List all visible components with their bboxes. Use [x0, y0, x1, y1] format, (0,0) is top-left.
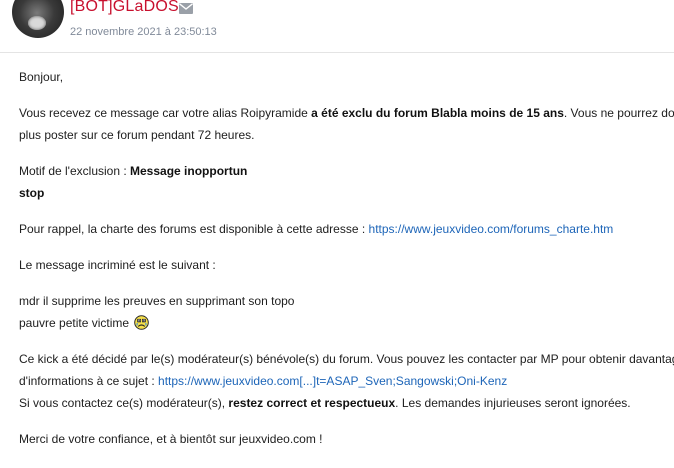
- charte-text: Pour rappel, la charte des forums est di…: [19, 222, 369, 236]
- kick-line1: Ce kick a été décidé par le(s) modérateu…: [19, 352, 674, 366]
- exclusion-line2: plus poster sur ce forum pendant 72 heur…: [19, 128, 255, 142]
- motif-extra-text: stop: [19, 186, 45, 200]
- contact-text-a: Si vous contactez ce(s) modérateur(s),: [19, 396, 229, 410]
- motif-line: Motif de l'exclusion : Message inopportu…: [19, 160, 674, 182]
- incrimine-intro: Le message incriminé est le suivant :: [19, 258, 216, 272]
- closing-line: Merci de votre confiance, et à bientôt s…: [19, 432, 323, 446]
- message-body: Bonjour, Vous recevez ce message car vot…: [19, 66, 674, 450]
- exclusion-text-b: . Vous ne pourrez do: [563, 106, 674, 120]
- message-header: [BOT]GLaDOS 22 novembre 2021 à 23:50:13: [0, 0, 674, 52]
- avatar[interactable]: [12, 0, 64, 38]
- header-divider: [0, 52, 674, 53]
- motif-extra: stop: [19, 182, 674, 204]
- quote-line1: mdr il supprime les preuves en suppriman…: [19, 294, 295, 308]
- kick-line2-text: d'informations à ce sujet :: [19, 374, 159, 388]
- motif-label: Motif de l'exclusion :: [19, 164, 131, 178]
- motif-value: Message inopportun: [130, 164, 248, 178]
- avatar-lens: [28, 16, 46, 30]
- moderators-link[interactable]: https://www.jeuxvideo.com[...]t=ASAP_Sve…: [158, 374, 507, 388]
- crying-smiley-icon: [134, 315, 150, 330]
- message-date: 22 novembre 2021 à 23:50:13: [70, 26, 217, 38]
- contact-line: Si vous contactez ce(s) modérateur(s), r…: [19, 392, 674, 414]
- username[interactable]: [BOT]GLaDOS: [70, 0, 179, 16]
- exclusion-bold: a été exclu du forum Blabla moins de 15 …: [311, 106, 564, 120]
- quote-line2: pauvre petite victime: [19, 312, 674, 334]
- charte-line: Pour rappel, la charte des forums est di…: [19, 218, 674, 240]
- contact-text-b: . Les demandes injurieuses seront ignoré…: [395, 396, 631, 410]
- kick-line2: d'informations à ce sujet : https://www.…: [19, 370, 674, 392]
- mail-icon[interactable]: [179, 3, 193, 14]
- contact-bold: restez correct et respectueux: [228, 396, 396, 410]
- exclusion-paragraph: Vous recevez ce message car votre alias …: [19, 102, 674, 124]
- charte-link[interactable]: https://www.jeuxvideo.com/forums_charte.…: [369, 222, 614, 236]
- exclusion-text-a: Vous recevez ce message car votre alias …: [19, 106, 312, 120]
- quote-line2-text: pauvre petite victime: [19, 316, 130, 330]
- greeting: Bonjour,: [19, 70, 64, 84]
